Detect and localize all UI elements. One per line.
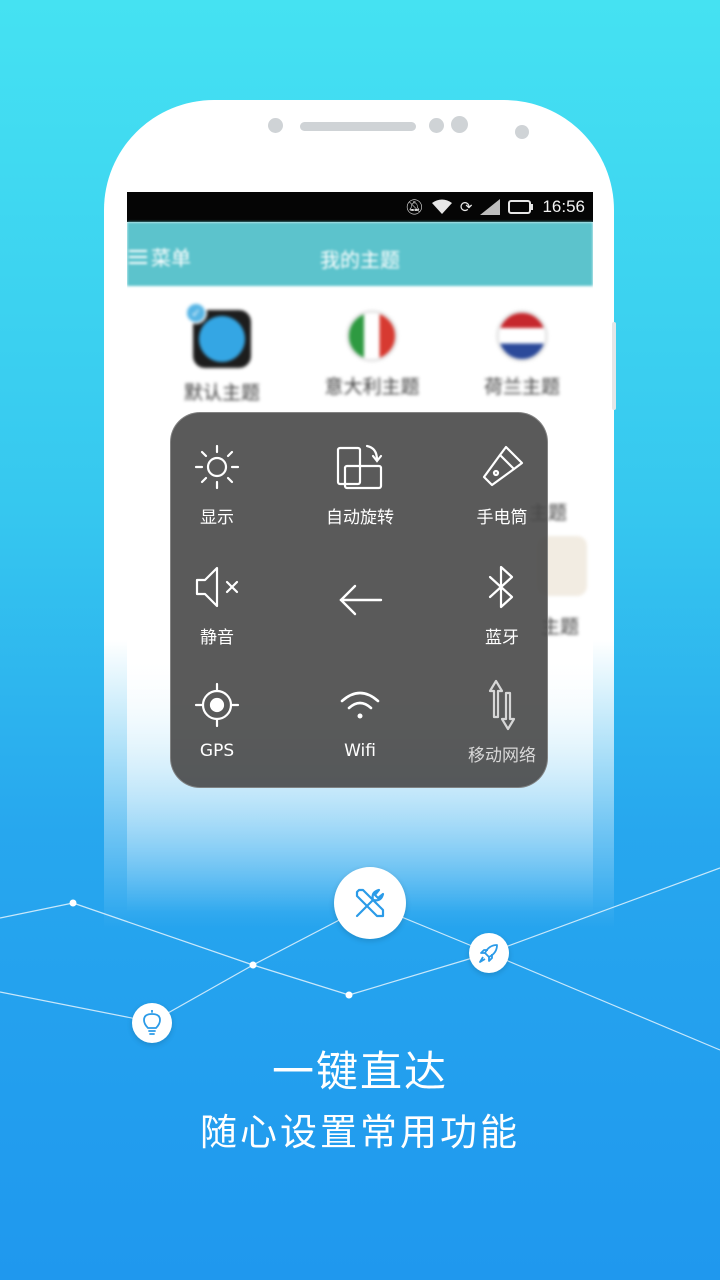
toggle-gps[interactable]: GPS [157, 673, 277, 761]
theme-label: 荷兰主题 [483, 376, 560, 398]
theme-item-italy[interactable]: 意大利主题 [297, 310, 447, 399]
battery-icon [508, 200, 534, 214]
theme-label: 意大利主题 [324, 376, 420, 398]
page-title: 我的主题 [320, 248, 400, 272]
check-icon: ✓ [185, 302, 207, 324]
phone-sensor-dot [429, 118, 444, 133]
idea-node [132, 1003, 172, 1043]
rocket-icon [479, 944, 498, 963]
toggle-mobile-data[interactable]: 移动网络 [442, 673, 562, 766]
toggle-display[interactable]: 显示 [157, 435, 277, 528]
lightbulb-icon [143, 1010, 161, 1035]
back-button[interactable] [300, 568, 420, 632]
sync-icon: ⟳ [459, 199, 473, 216]
rocket-node [469, 933, 509, 973]
mute-speaker-icon [195, 566, 239, 608]
toggle-label: Wifi [344, 741, 376, 761]
netherlands-flag-icon [496, 310, 548, 362]
toggle-label: GPS [199, 741, 235, 761]
brightness-icon [194, 444, 240, 490]
quick-settings-panel: 显示 自动旋转 手电筒 静音 蓝牙 GPS Wifi 移动网络 [170, 412, 548, 788]
theme-item-netherlands[interactable]: 荷兰主题 [447, 310, 593, 399]
phone-sensor-dot [268, 118, 283, 133]
theme-label: 默认主题 [183, 382, 260, 404]
toggle-label: 蓝牙 [485, 628, 519, 648]
back-arrow-icon [339, 584, 383, 616]
gps-icon [194, 682, 240, 728]
italy-flag-icon [346, 310, 398, 362]
app-bar: 菜单 我的主题 [127, 222, 593, 286]
mute-icon: 🔕︎ [404, 199, 424, 216]
toggle-wifi[interactable]: Wifi [300, 673, 420, 761]
toggle-label: 显示 [200, 508, 234, 528]
wifi-icon [340, 691, 380, 719]
auto-rotate-icon [336, 444, 383, 490]
wifi-icon [431, 199, 452, 214]
toggle-label: 静音 [200, 628, 234, 648]
mobile-data-icon [488, 679, 516, 731]
toggle-label: 移动网络 [468, 746, 536, 766]
toggle-bluetooth[interactable]: 蓝牙 [442, 555, 562, 648]
toggle-mute[interactable]: 静音 [157, 555, 277, 648]
theme-item-default[interactable]: ✓ 默认主题 [147, 302, 297, 405]
phone-camera [515, 125, 529, 139]
toggle-flashlight[interactable]: 手电筒 [442, 435, 562, 528]
promo-headline: 一键直达 [271, 1047, 448, 1096]
phone-side-button [612, 322, 616, 410]
tools-node [334, 867, 406, 939]
status-time: 16:56 [542, 197, 585, 216]
bluetooth-icon [488, 565, 514, 609]
phone-speaker [300, 122, 416, 131]
status-bar: 🔕︎ ⟳ 16:56 [127, 192, 593, 222]
toggle-label: 自动旋转 [326, 508, 394, 528]
flashlight-icon [482, 445, 524, 487]
toggle-label: 手电筒 [476, 508, 528, 528]
promo-subline: 随心设置常用功能 [200, 1111, 520, 1154]
toggle-auto-rotate[interactable]: 自动旋转 [300, 435, 420, 528]
phone-sensor-dot [451, 116, 468, 133]
signal-icon [480, 199, 501, 215]
tools-icon [355, 888, 385, 918]
default-theme-icon: ✓ [185, 302, 251, 368]
